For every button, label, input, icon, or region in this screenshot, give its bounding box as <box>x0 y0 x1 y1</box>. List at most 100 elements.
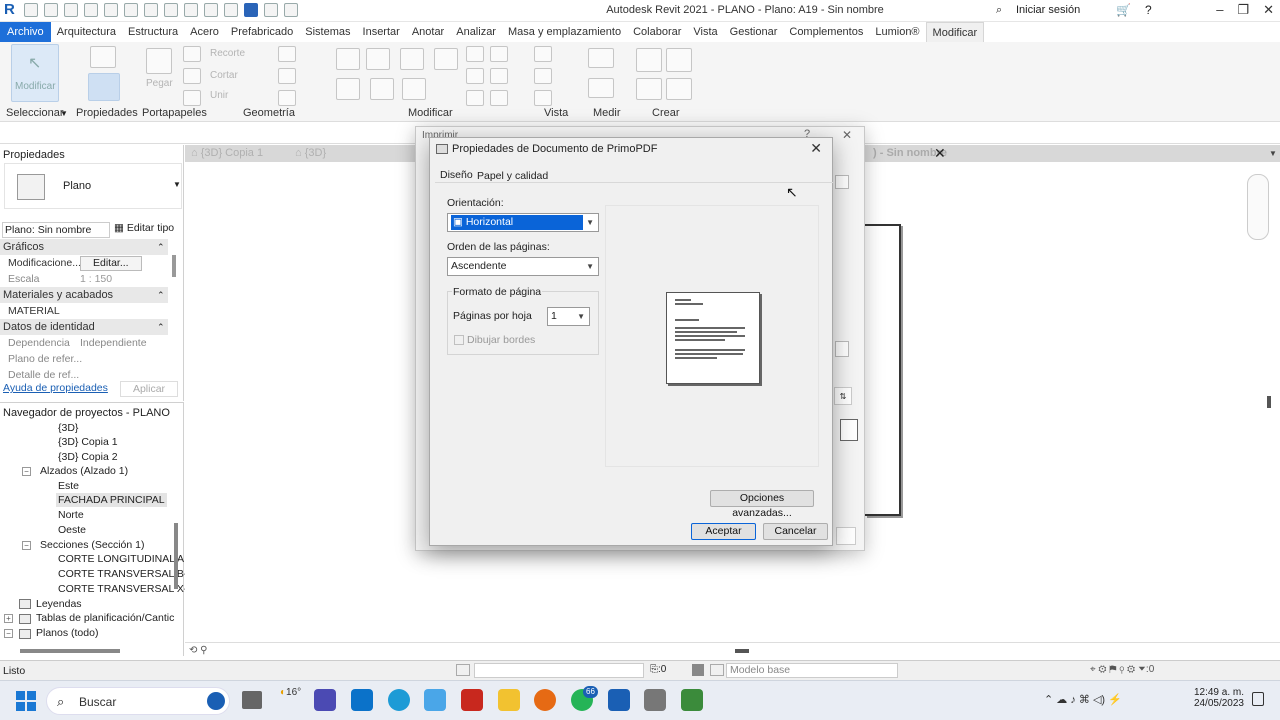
prop-category-materiales[interactable]: Materiales y acabados ⌃ <box>0 287 168 303</box>
tree-item[interactable]: Este <box>58 479 79 493</box>
redo-icon[interactable] <box>104 3 118 17</box>
geometry-icon-2[interactable] <box>278 68 296 84</box>
mirror-draw-icon[interactable] <box>434 48 458 70</box>
close-icon[interactable]: ✕ <box>810 140 822 157</box>
tab-archivo[interactable]: Archivo <box>0 22 51 42</box>
group-geometria[interactable]: Geometría <box>243 107 295 119</box>
tab-complementos[interactable]: Complementos <box>783 22 869 42</box>
pages-per-sheet-select[interactable]: 1 ▼ <box>547 307 590 326</box>
group-medir[interactable]: Medir <box>593 107 621 119</box>
close-view-icon[interactable]: ✕ <box>934 145 946 162</box>
tab-analizar[interactable]: Analizar <box>450 22 502 42</box>
prop-category-graficos[interactable]: Gráficos ⌃ <box>0 239 168 255</box>
draw-borders-checkbox[interactable] <box>454 335 464 345</box>
file-explorer-icon[interactable] <box>498 689 520 711</box>
design-option-toggle[interactable] <box>710 664 724 676</box>
revit-logo-icon[interactable]: R <box>4 2 20 18</box>
browser-hscrollbar[interactable] <box>20 649 120 653</box>
section-icon[interactable] <box>224 3 238 17</box>
thin-lines-icon[interactable] <box>244 3 258 17</box>
tab-acero[interactable]: Acero <box>184 22 225 42</box>
view-control-icon[interactable]: ⟲ ⚲ <box>189 645 207 656</box>
tree-item-selected[interactable]: FACHADA PRINCIPAL <box>56 493 167 507</box>
close-icon[interactable]: ✕ <box>842 128 852 142</box>
collapse-icon[interactable]: − <box>22 541 31 550</box>
weather-widget[interactable]: ◐16° <box>280 687 301 698</box>
scale-icon[interactable] <box>466 68 484 84</box>
canvas-scrollbar[interactable] <box>1267 396 1271 408</box>
measure-tool-icon[interactable] <box>588 48 614 68</box>
task-view-icon[interactable] <box>242 691 262 709</box>
help-icon[interactable]: ? <box>1145 3 1152 17</box>
collapse-icon[interactable]: ⌃ <box>157 287 165 303</box>
undo-icon[interactable] <box>84 3 98 17</box>
view-icon-1[interactable] <box>534 46 552 62</box>
offset-icon[interactable] <box>366 48 390 70</box>
tab-colaborar[interactable]: Colaborar <box>627 22 687 42</box>
tab-insertar[interactable]: Insertar <box>357 22 406 42</box>
close-icon[interactable]: ✕ <box>1263 2 1274 18</box>
tab-gestionar[interactable]: Gestionar <box>724 22 784 42</box>
taskbar-clock[interactable]: 12:49 a. m. 24/05/2023 <box>1188 687 1244 709</box>
app-gray-icon[interactable] <box>644 689 666 711</box>
tab-sistemas[interactable]: Sistemas <box>299 22 356 42</box>
system-tray-icons[interactable]: ⌃ ☁ ♪ ⌘ ◁) ⚡ <box>1044 693 1122 706</box>
apply-button[interactable]: Aplicar <box>120 381 178 397</box>
tree-item[interactable]: {3D} <box>58 421 78 435</box>
match-icon[interactable] <box>183 90 201 106</box>
copy-element-icon[interactable] <box>370 78 394 100</box>
edit-overrides-button[interactable]: Editar... <box>80 256 142 271</box>
navigation-bar[interactable] <box>1247 174 1269 240</box>
dimension-tool-icon[interactable] <box>588 78 614 98</box>
tab-lumion[interactable]: Lumion® <box>869 22 925 42</box>
unpin-icon[interactable] <box>466 90 484 106</box>
rotate-icon[interactable] <box>402 78 426 100</box>
create-similar-icon[interactable] <box>666 78 692 100</box>
recorte-label[interactable]: Recorte <box>210 48 245 59</box>
prop-category-identidad[interactable]: Datos de identidad ⌃ <box>0 319 168 335</box>
delete-icon[interactable] <box>490 90 508 106</box>
design-option-icon[interactable] <box>692 664 704 676</box>
geometry-icon-3[interactable] <box>278 90 296 106</box>
notifications-icon[interactable] <box>1252 692 1264 706</box>
properties-icon[interactable] <box>88 73 120 101</box>
properties-help-link[interactable]: Ayuda de propiedades <box>3 382 108 394</box>
app-blue-icon[interactable] <box>424 689 446 711</box>
signin-link[interactable]: Iniciar sesión <box>1016 4 1080 16</box>
browser-scrollbar[interactable] <box>174 523 178 589</box>
autocad-icon[interactable] <box>461 689 483 711</box>
close-hidden-icon[interactable] <box>264 3 278 17</box>
minimize-icon[interactable]: – <box>1216 2 1223 18</box>
tree-item[interactable]: Oeste <box>58 523 86 537</box>
split-icon[interactable] <box>466 46 484 62</box>
ok-button[interactable]: Aceptar <box>691 523 756 540</box>
group-seleccionar[interactable]: Seleccionar <box>6 107 63 119</box>
properties-scrollbar[interactable] <box>172 255 176 277</box>
create-parts-icon[interactable] <box>666 48 692 72</box>
print-dialog-field[interactable] <box>835 175 849 189</box>
tab-modificar[interactable]: Modificar <box>925 22 985 42</box>
tab-estructura[interactable]: Estructura <box>122 22 184 42</box>
type-selector[interactable]: Plano ▼ <box>4 163 182 209</box>
collapse-icon[interactable]: − <box>22 467 31 476</box>
group-modificar[interactable]: Modificar <box>408 107 453 119</box>
tab-arquitectura[interactable]: Arquitectura <box>51 22 122 42</box>
tree-item[interactable]: Tablas de planificación/Cantic <box>36 611 174 625</box>
maximize-icon[interactable]: ❐ <box>1237 2 1249 18</box>
workset-icon[interactable] <box>456 664 470 676</box>
tab-papel-calidad[interactable]: Papel y calidad <box>477 170 548 182</box>
tab-diseno[interactable]: Diseño <box>440 169 473 181</box>
move-icon[interactable] <box>336 78 360 100</box>
text-icon[interactable] <box>184 3 198 17</box>
canvas-hscrollbar[interactable] <box>735 649 749 653</box>
collapse-icon[interactable]: ⌃ <box>157 239 165 255</box>
create-group-icon[interactable] <box>636 48 662 72</box>
selection-filters[interactable]: ⌖ ⚙ ⚑ ⚲ ⚙ ⏷:0 <box>1090 664 1154 675</box>
array-icon[interactable] <box>490 46 508 62</box>
tree-item[interactable]: CORTE LONGITUDINAL A <box>58 552 184 566</box>
teams-icon[interactable] <box>314 689 336 711</box>
print-icon[interactable] <box>124 3 138 17</box>
measure-icon[interactable] <box>144 3 158 17</box>
switch-windows-icon[interactable] <box>284 3 298 17</box>
view-tab-3d-copia[interactable]: ⌂ {3D} Copia 1 <box>191 145 263 162</box>
